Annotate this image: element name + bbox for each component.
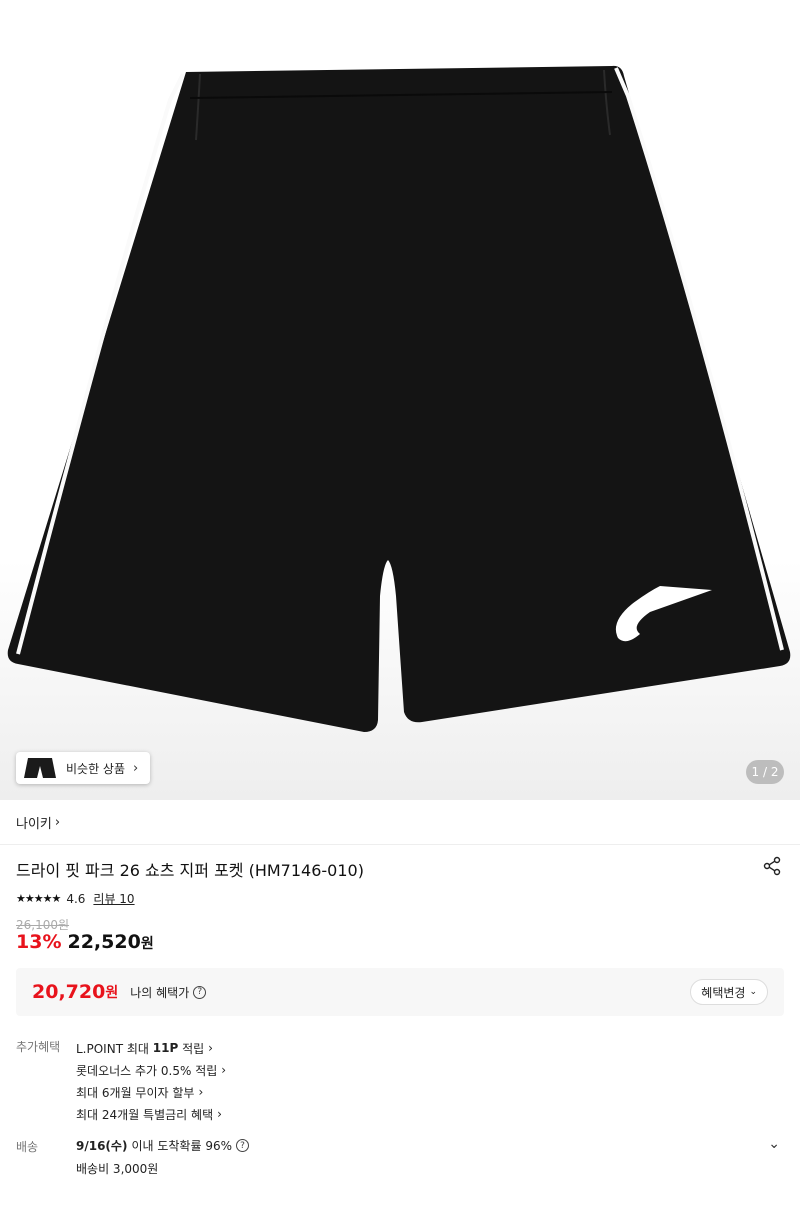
brand-link[interactable]: 나이키 › xyxy=(0,800,800,845)
discount-rate: 13% xyxy=(16,931,62,953)
shipping-label: 배송 xyxy=(16,1140,39,1154)
installment-benefit[interactable]: 최대 6개월 무이자 할부 › xyxy=(76,1081,226,1103)
benefit-price: 20,720 xyxy=(32,981,106,1003)
rating-value: 4.6 xyxy=(66,891,86,906)
benefit-label-text: 나의 혜택가 xyxy=(130,985,190,1000)
chevron-right-icon: › xyxy=(208,1041,213,1055)
extra-benefits-list: L.POINT 최대 11P 적립 › 롯데오너스 추가 0.5% 적립 › 최… xyxy=(76,1037,226,1125)
chevron-right-icon: › xyxy=(198,1085,204,1099)
shipping-date: 9/16(수) xyxy=(76,1139,128,1153)
benefit-item-label: 최대 6개월 무이자 할부 xyxy=(76,1085,195,1100)
extra-benefits-label: 추가혜택 xyxy=(16,1040,61,1054)
star-rating-icon: ★★★★★ xyxy=(16,892,61,905)
benefit-label: 나의 혜택가 ? xyxy=(130,984,207,1001)
shipping-eta: 9/16(수) 이내 도착확률 96% ? xyxy=(76,1137,249,1154)
benefit-item-label: 최대 24개월 특별금리 혜택 xyxy=(76,1107,214,1122)
lotte-owners-benefit[interactable]: 롯데오너스 추가 0.5% 적립 › xyxy=(76,1059,226,1081)
review-link[interactable]: 리뷰 10 xyxy=(93,890,134,907)
chevron-down-icon[interactable]: ⌄ xyxy=(768,1136,780,1152)
chevron-right-icon: › xyxy=(221,1063,227,1077)
chevron-right-icon: › xyxy=(133,760,139,776)
similar-products-button[interactable]: 비슷한 상품 › xyxy=(16,752,151,784)
similar-products-label: 비슷한 상품 xyxy=(66,761,126,776)
chevron-right-icon: › xyxy=(217,1107,222,1121)
special-rate-benefit[interactable]: 최대 24개월 특별금리 혜택 › xyxy=(76,1103,226,1125)
image-pager: 1 / 2 xyxy=(746,760,784,784)
chevron-down-icon: ⌄ xyxy=(749,987,757,997)
similar-product-thumbnail xyxy=(24,758,56,778)
shipping-rate: 이내 도착확률 96% xyxy=(131,1139,232,1153)
share-icon[interactable] xyxy=(762,856,782,876)
change-benefit-button[interactable]: 혜택변경 ⌄ xyxy=(690,979,768,1005)
help-icon[interactable]: ? xyxy=(236,1139,249,1152)
lpoint-amount: 11P xyxy=(152,1041,179,1055)
benefit-price-box: 20,720 원 나의 혜택가 ? 혜택변경 ⌄ xyxy=(16,968,784,1016)
product-title: 드라이 핏 파크 26 쇼츠 지퍼 포켓 (HM7146-010) xyxy=(16,861,364,880)
currency-unit: 원 xyxy=(140,936,154,952)
product-image-gallery[interactable]: 비슷한 상품 › 1 / 2 xyxy=(0,0,800,800)
lpoint-suffix: 적립 xyxy=(178,1041,205,1056)
product-image xyxy=(7,65,791,732)
sale-price: 22,520 xyxy=(67,931,141,953)
benefit-item-label: 롯데오너스 추가 0.5% 적립 xyxy=(76,1063,218,1078)
lpoint-benefit[interactable]: L.POINT 최대 11P 적립 › xyxy=(76,1037,226,1059)
benefit-currency: 원 xyxy=(105,985,119,1001)
brand-name: 나이키 xyxy=(16,816,52,832)
change-benefit-label: 혜택변경 xyxy=(701,985,746,1000)
help-icon[interactable]: ? xyxy=(193,985,207,999)
shipping-fee: 배송비 3,000원 xyxy=(76,1162,159,1176)
chevron-right-icon: › xyxy=(54,814,61,830)
lpoint-prefix: L.POINT 최대 xyxy=(76,1041,153,1056)
rating-row: ★★★★★ 4.6 리뷰 10 xyxy=(16,890,135,907)
sale-price-row: 13% 22,520 원 xyxy=(16,931,154,953)
